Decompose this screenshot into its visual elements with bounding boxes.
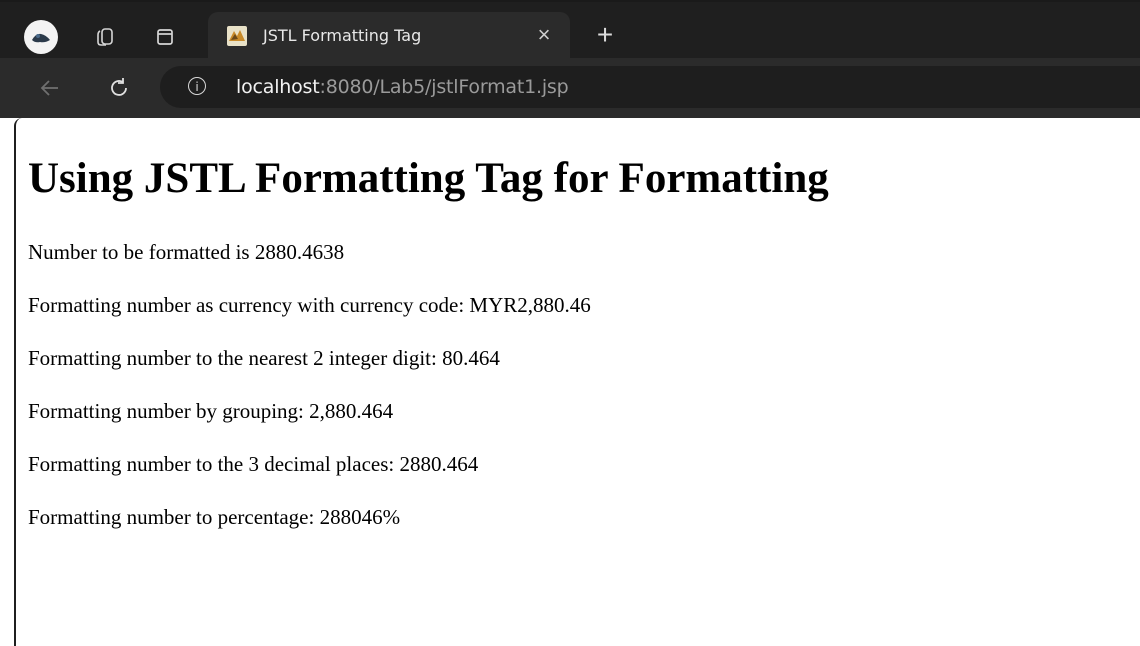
tab-strip: JSTL Formatting Tag × + bbox=[0, 0, 1140, 60]
address-bar[interactable]: i localhost:8080/Lab5/jstlFormat1.jsp bbox=[160, 66, 1140, 108]
tab-close-button[interactable]: × bbox=[532, 23, 556, 47]
workspaces-button[interactable] bbox=[90, 22, 120, 52]
url-text: localhost:8080/Lab5/jstlFormat1.jsp bbox=[236, 76, 569, 98]
refresh-icon bbox=[111, 78, 127, 96]
tab-actions-icon bbox=[157, 29, 173, 45]
line-grouping: Formatting number by grouping: 2,880.464 bbox=[28, 399, 394, 423]
browser-window: JSTL Formatting Tag × + i localhost:8080… bbox=[0, 0, 1140, 646]
line-decimal-places: Formatting number to the 3 decimal place… bbox=[28, 452, 479, 476]
line-original-number: Number to be formatted is 2880.4638 bbox=[28, 240, 345, 264]
workspaces-icon bbox=[97, 28, 113, 46]
tab-actions-button[interactable] bbox=[150, 22, 180, 52]
refresh-button[interactable] bbox=[103, 72, 135, 104]
info-icon[interactable]: i bbox=[188, 77, 206, 95]
profile-avatar-icon bbox=[32, 33, 50, 43]
url-host: localhost bbox=[236, 76, 320, 98]
tab-title: JSTL Formatting Tag bbox=[263, 26, 422, 45]
page-heading: Using JSTL Formatting Tag for Formatting bbox=[28, 155, 829, 202]
toolbar: i localhost:8080/Lab5/jstlFormat1.jsp bbox=[0, 58, 1140, 118]
close-icon: × bbox=[537, 22, 551, 47]
back-arrow-icon bbox=[40, 80, 58, 96]
url-path: :8080/Lab5/jstlFormat1.jsp bbox=[319, 76, 569, 98]
tomcat-favicon-icon bbox=[227, 26, 247, 46]
line-currency: Formatting number as currency with curre… bbox=[28, 293, 591, 317]
profile-button[interactable] bbox=[24, 20, 58, 54]
tab-jstl-formatting[interactable]: JSTL Formatting Tag × bbox=[208, 12, 570, 60]
new-tab-button[interactable]: + bbox=[590, 20, 620, 50]
back-button[interactable] bbox=[34, 72, 66, 104]
plus-icon: + bbox=[596, 19, 614, 50]
line-integer-digit: Formatting number to the nearest 2 integ… bbox=[28, 346, 500, 370]
line-percentage: Formatting number to percentage: 288046% bbox=[28, 505, 401, 529]
page-viewport: Using JSTL Formatting Tag for Formatting… bbox=[14, 118, 1140, 646]
